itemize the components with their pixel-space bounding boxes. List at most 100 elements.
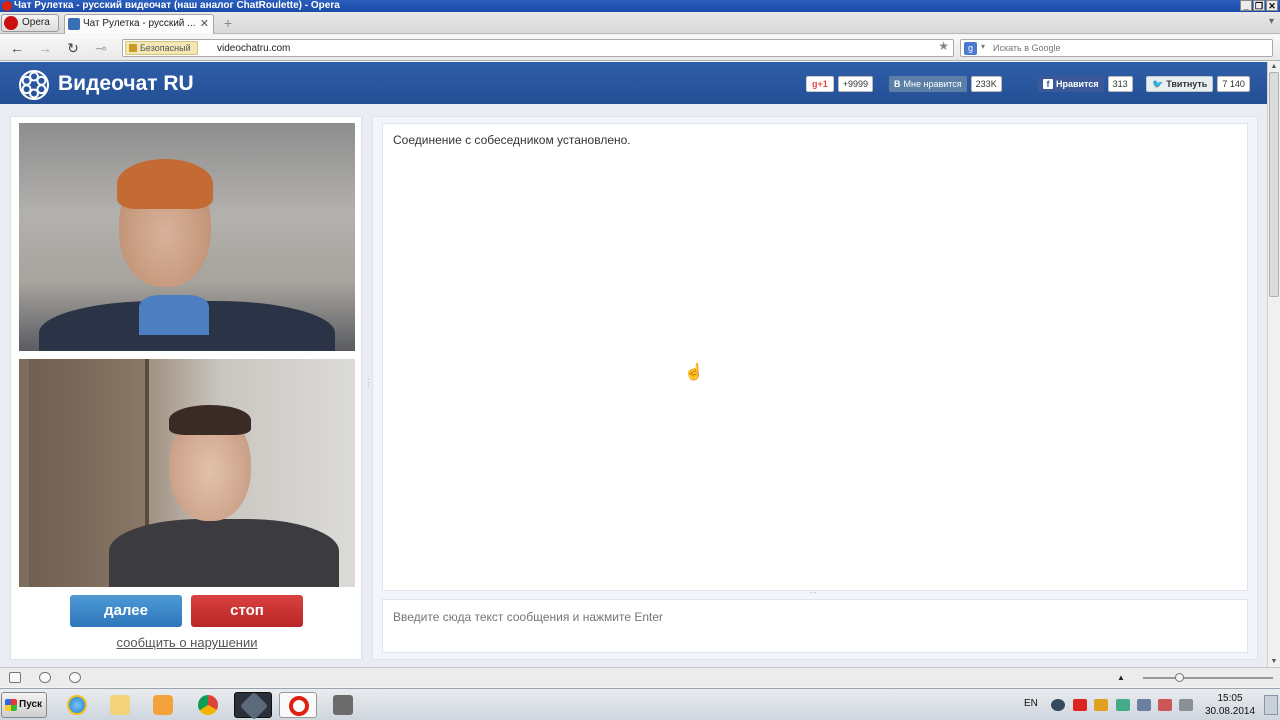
self-hair-shape [169,405,251,435]
taskbar-opera[interactable] [279,692,317,718]
hand-cursor-icon: ☝ [684,364,704,381]
forward-button[interactable]: → [36,39,54,57]
search-input[interactable] [993,41,1263,55]
security-tray-icon[interactable] [1158,699,1172,711]
self-body-shape [109,519,339,587]
chat-message-input[interactable] [393,610,1237,642]
start-button[interactable]: Пуск [1,692,47,718]
facebook-like-count: 313 [1107,76,1133,92]
windows-taskbar: Пуск EN 15:05 30.08.2014 [0,688,1280,720]
security-badge[interactable]: Безопасный [125,41,198,55]
scrollbar-thumb[interactable] [1269,72,1279,297]
address-bar[interactable]: Безопасный videochatru.com ★ [122,39,954,57]
taskbar-ie[interactable] [58,692,96,718]
key-icon[interactable]: ⊸ [92,39,110,57]
report-violation-link[interactable]: сообщить о нарушении [11,635,363,650]
tabs-menu-chevron-icon[interactable]: ▾ [1269,16,1274,27]
tab-close-icon[interactable]: ✕ [200,15,209,33]
taskbar-media-player[interactable] [144,692,182,718]
self-video [19,359,355,587]
main-content: далее стоп сообщить о нарушении ⋮ Соедин… [0,104,1267,667]
maximize-button[interactable]: ❐ [1253,0,1265,11]
folder-icon [110,695,130,715]
partner-collar-shape [139,295,209,335]
steam-tray-icon[interactable] [1051,699,1065,711]
warning-tray-icon[interactable] [1094,699,1108,711]
taskbar-explorer[interactable] [101,692,139,718]
chat-panel: Соединение с собеседником установлено. ⋯ [372,116,1258,660]
zoom-slider-knob[interactable] [1175,673,1184,682]
chat-message: Соединение с собеседником установлено. [393,133,631,147]
chat-input-box[interactable] [382,599,1248,653]
twitter-bird-icon: 🐦 [1152,79,1164,89]
scroll-up-arrow-icon[interactable]: ▲ [1268,62,1280,72]
vk-like-count: 233K [970,76,1002,92]
page-scrollbar[interactable]: ▲ ▼ [1267,62,1280,667]
show-desktop-button[interactable] [1264,695,1278,715]
back-button[interactable]: ← [8,39,26,57]
twitter-tweet: 🐦 Твитнуть 7 140 [1146,76,1250,92]
vk-like-label: Мне нравится [903,79,962,89]
language-indicator[interactable]: EN [1024,698,1038,709]
site-logo-text[interactable]: Видеочат RU [58,71,194,97]
chat-log: Соединение с собеседником установлено. [382,123,1248,591]
internet-explorer-icon [67,695,87,715]
horizontal-splitter-handle[interactable]: ⋯ [803,590,823,597]
tweet-label: Твитнуть [1166,79,1208,89]
app-diamond-icon [239,691,269,720]
chrome-icon [198,695,218,715]
search-engine-dropdown-icon[interactable]: ▾ [981,42,985,51]
vk-icon: B [894,79,901,89]
cloud-icon[interactable] [39,672,51,683]
facebook-like-button[interactable]: f Нравится [1038,76,1104,92]
gplus-count: +9999 [837,76,874,92]
security-label: Безопасный [140,43,191,53]
facebook-like: f Нравится 313 [1038,76,1133,92]
tweet-count: 7 140 [1217,76,1250,92]
panel-toggle-icon[interactable] [9,672,21,683]
view-triangle-icon[interactable]: ▲ [1117,672,1129,683]
google-search-icon[interactable]: g [964,42,977,55]
stop-button[interactable]: стоп [191,595,303,627]
scroll-down-arrow-icon[interactable]: ▼ [1268,657,1280,667]
opera-icon [2,1,12,11]
next-button[interactable]: далее [70,595,182,627]
tab-videochat[interactable]: Чат Рулетка - русский ... ✕ [64,14,214,34]
navigation-bar: ← → ↻ ⊸ Безопасный videochatru.com ★ g ▾ [0,35,1280,61]
facebook-icon: f [1043,79,1053,89]
opera-logo-icon [4,16,18,30]
partner-hair-shape [117,159,213,209]
bookmark-star-icon[interactable]: ★ [938,39,949,53]
opera-taskbar-icon [289,696,309,716]
vertical-splitter-handle[interactable]: ⋮ [364,378,373,394]
taskbar-chrome[interactable] [189,692,227,718]
flag-tray-icon[interactable] [1179,699,1193,711]
tweet-button[interactable]: 🐦 Твитнуть [1146,76,1214,92]
film-reel-logo-icon [19,70,49,100]
media-player-icon [153,695,173,715]
opera-menu-button[interactable]: Opera [1,14,59,32]
search-box[interactable]: g ▾ [960,39,1273,57]
lock-icon [129,44,137,52]
speed-dial-icon[interactable] [69,672,81,683]
clock-date: 30.08.2014 [1204,706,1256,717]
antivirus-tray-icon[interactable] [1073,699,1087,711]
vk-like: B Мне нравится 233K [889,76,1002,92]
network-tray-icon[interactable] [1116,699,1130,711]
system-clock[interactable]: 15:05 30.08.2014 [1198,692,1262,718]
zoom-slider[interactable] [1143,673,1273,682]
gplus-share: g+1 +9999 [806,76,874,92]
site-header: Видеочат RU g+1 +9999 B Мне нравится 233… [0,62,1267,104]
reload-button[interactable]: ↻ [64,39,82,57]
taskbar-game[interactable] [324,692,362,718]
close-window-button[interactable]: ✕ [1266,0,1278,11]
monitor-tray-icon[interactable] [1137,699,1151,711]
new-tab-button[interactable]: + [220,16,236,32]
facebook-like-label: Нравится [1056,79,1099,89]
url-text[interactable]: videochatru.com [217,40,290,57]
vk-like-button[interactable]: B Мне нравится [889,76,967,92]
minimize-button[interactable]: _ [1240,0,1252,11]
gplus-button[interactable]: g+1 [806,76,834,92]
taskbar-app-window[interactable] [234,691,272,720]
game-icon [333,695,353,715]
